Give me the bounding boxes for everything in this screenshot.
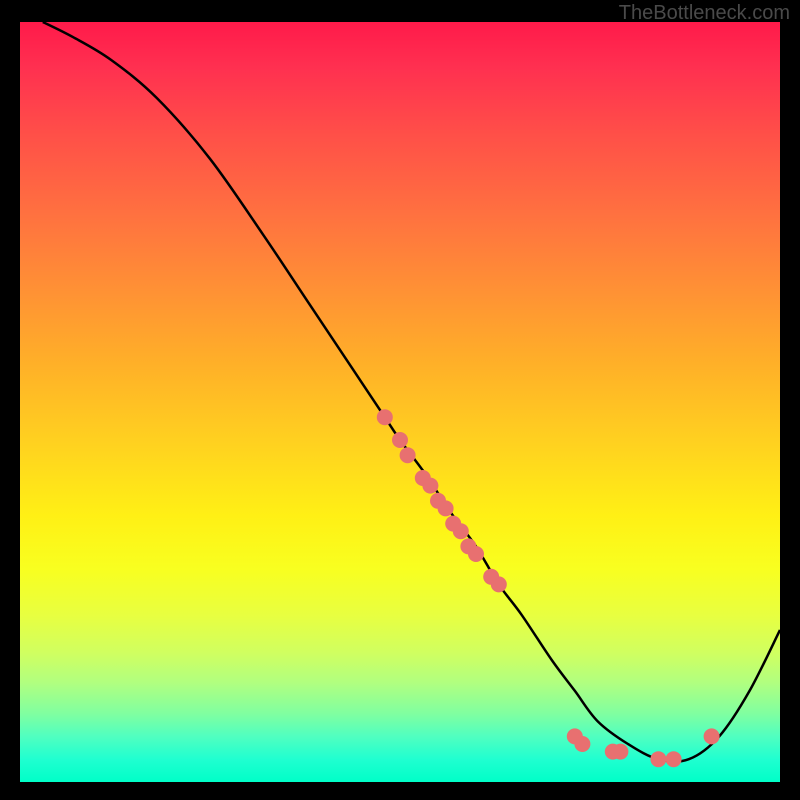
curve-dot [650, 751, 666, 767]
curve-dots-group [377, 409, 720, 767]
curve-dot [468, 546, 484, 562]
curve-dot [392, 432, 408, 448]
curve-dot [438, 500, 454, 516]
curve-dot [666, 751, 682, 767]
curve-dot [704, 728, 720, 744]
bottleneck-curve [43, 22, 780, 762]
attribution-text: TheBottleneck.com [619, 2, 790, 25]
curve-dot [491, 576, 507, 592]
curve-dot [400, 447, 416, 463]
curve-dot [574, 736, 590, 752]
chart-plot-area [20, 22, 780, 782]
curve-dot [612, 744, 628, 760]
curve-dot [422, 478, 438, 494]
chart-svg-layer [20, 22, 780, 782]
curve-dot [453, 523, 469, 539]
curve-dot [377, 409, 393, 425]
